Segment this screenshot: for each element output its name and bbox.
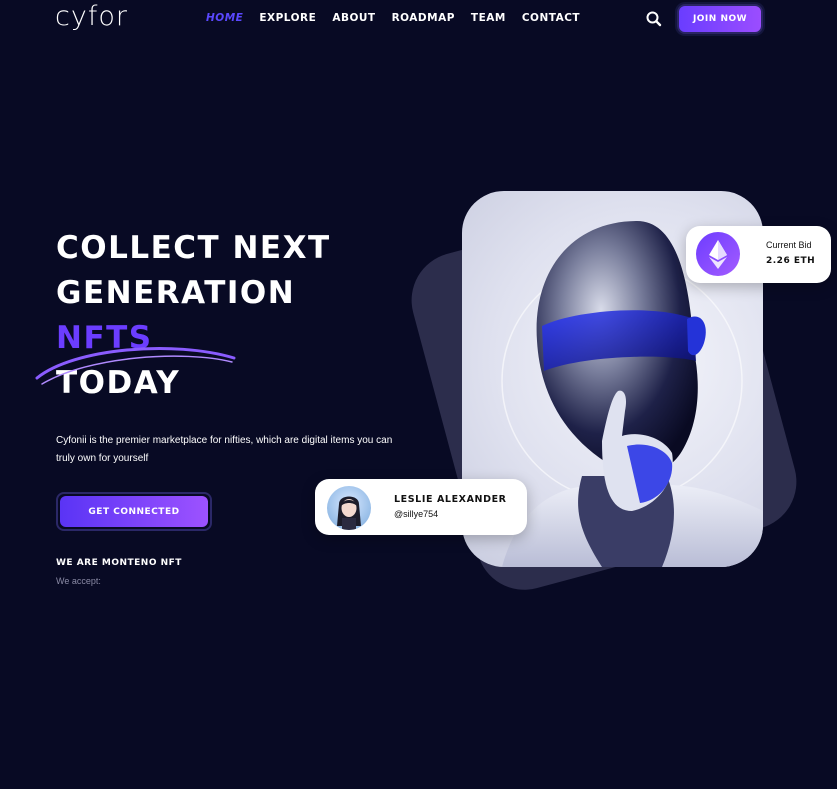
accept-label: We accept: <box>56 576 101 586</box>
nav-roadmap[interactable]: Roadmap <box>392 12 455 24</box>
hero-title-line-2: Generation <box>56 275 296 311</box>
nav-contact[interactable]: Contact <box>522 12 580 24</box>
logo[interactable]: cyfor <box>55 2 128 32</box>
tagline: We are Monteno NFT <box>56 558 182 568</box>
nav-home[interactable]: Home <box>206 12 243 24</box>
current-bid-card[interactable]: Current Bid 2.26 ETH <box>686 226 831 283</box>
creator-name: Leslie Alexander <box>394 494 507 505</box>
site-header: cyfor Home Explore About Roadmap Team Co… <box>0 0 837 38</box>
hero-title-line-1: Collect Next <box>56 230 331 266</box>
avatar <box>327 486 371 530</box>
current-bid-label: Current Bid <box>766 240 812 250</box>
ethereum-icon <box>696 232 740 276</box>
hero-description: Cyfonii is the premier marketplace for n… <box>56 435 393 464</box>
nav-team[interactable]: Team <box>471 12 506 24</box>
get-connected-button-frame: Get Connected <box>56 492 212 531</box>
nav-about[interactable]: About <box>332 12 375 24</box>
get-connected-button[interactable]: Get Connected <box>60 496 208 527</box>
creator-card[interactable]: Leslie Alexander @sillye754 <box>315 479 527 535</box>
current-bid-value: 2.26 ETH <box>766 256 816 266</box>
creator-handle: @sillye754 <box>394 509 439 519</box>
nav-explore[interactable]: Explore <box>259 12 316 24</box>
swoosh-underline-decoration <box>35 347 236 385</box>
search-icon[interactable] <box>644 9 664 29</box>
main-nav: Home Explore About Roadmap Team Contact <box>206 12 596 24</box>
join-now-button[interactable]: Join Now <box>677 4 763 34</box>
